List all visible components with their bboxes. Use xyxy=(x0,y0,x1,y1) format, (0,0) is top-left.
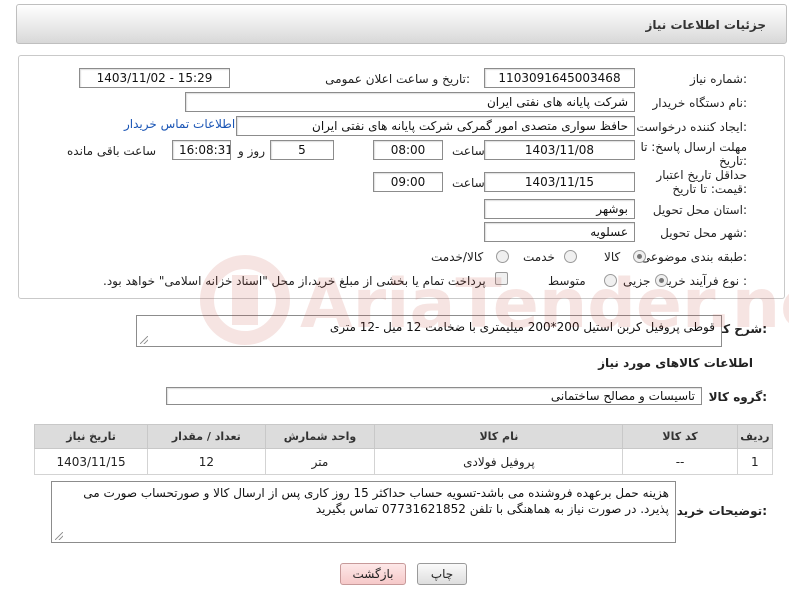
category-service-label: خدمت xyxy=(523,250,555,264)
buyer-contact-link[interactable]: اطلاعات تماس خریدار xyxy=(124,117,235,131)
cell-row: 1 xyxy=(736,448,774,475)
description-textarea[interactable]: قوطی پروفیل کربن استیل 200*200 میلیمتری … xyxy=(136,315,722,347)
buyer-org-field[interactable]: شرکت پایانه های نفتی ایران xyxy=(185,92,635,112)
category-label: طبقه بندی موضوعی: xyxy=(640,250,747,264)
goods-info-title: اطلاعات کالاهای مورد نیاز xyxy=(598,356,753,370)
validity-time-label: ساعت xyxy=(452,176,485,190)
need-number-field[interactable]: 1103091645003468 xyxy=(484,68,635,88)
days-left-field: 5 xyxy=(270,140,334,160)
validity-date-field[interactable]: 1403/11/15 xyxy=(484,172,635,192)
day-and-label: روز و xyxy=(238,144,265,158)
items-table: ردیف کد کالا نام کالا واحد شمارش تعداد /… xyxy=(33,424,774,475)
col-row: ردیف xyxy=(736,424,774,449)
need-number-label: شماره نیاز: xyxy=(689,72,747,86)
province-field[interactable]: بوشهر xyxy=(484,199,635,219)
col-code: کد کالا xyxy=(622,424,738,449)
col-name: نام کالا xyxy=(374,424,624,449)
province-label: استان محل تحویل: xyxy=(652,203,747,217)
treasury-note: پرداخت تمام یا بخشی از مبلغ خرید،از محل … xyxy=(103,274,486,288)
page-header: جزئیات اطلاعات نیاز xyxy=(16,4,787,44)
validity-time-field[interactable]: 09:00 xyxy=(373,172,443,192)
cell-date: 1403/11/15 xyxy=(33,448,149,475)
cell-name: پروفیل فولادی xyxy=(374,448,624,475)
deadline-time-label: ساعت xyxy=(452,144,485,158)
page-title: جزئیات اطلاعات نیاز xyxy=(645,18,766,32)
remaining-label: ساعت باقی مانده xyxy=(67,144,157,158)
col-date: تاریخ نیاز xyxy=(33,424,149,449)
print-button[interactable]: چاپ xyxy=(417,563,467,585)
validity-label: حداقل تاریخ اعتبار قیمت: تا تاریخ: xyxy=(656,168,747,196)
resize-grip-icon[interactable] xyxy=(55,532,63,540)
cell-unit: متر xyxy=(264,448,376,475)
time-left-field: 16:08:31 xyxy=(172,140,231,160)
city-label: شهر محل تحویل: xyxy=(660,226,747,240)
description-text: قوطی پروفیل کربن استیل 200*200 میلیمتری … xyxy=(329,320,715,334)
buyer-org-label: نام دستگاه خریدار: xyxy=(652,96,748,110)
creator-field[interactable]: حافظ سواری متصدی امور گمرکی شرکت پایانه … xyxy=(236,116,635,136)
category-service-radio[interactable] xyxy=(564,250,577,263)
category-goods-service-label: کالا/خدمت xyxy=(431,250,484,264)
col-unit: واحد شمارش xyxy=(264,424,376,449)
resize-grip-icon[interactable] xyxy=(140,336,148,344)
city-field[interactable]: عسلویه xyxy=(484,222,635,242)
process-medium-radio[interactable] xyxy=(604,274,617,287)
category-goods-radio[interactable] xyxy=(633,250,646,263)
deadline-time-field[interactable]: 08:00 xyxy=(373,140,443,160)
goods-group-field[interactable]: تاسیسات و مصالح ساختمانی xyxy=(166,387,702,405)
category-goods-service-radio[interactable] xyxy=(496,250,509,263)
announce-datetime-label: تاریخ و ساعت اعلان عمومی: xyxy=(325,72,470,86)
col-qty: تعداد / مقدار xyxy=(147,424,266,449)
treasury-checkbox[interactable] xyxy=(495,272,508,285)
process-medium-label: متوسط xyxy=(548,274,586,288)
goods-group-label: گروه کالا: xyxy=(708,390,767,404)
deadline-label: مهلت ارسال پاسخ: تا تاریخ: xyxy=(640,140,747,168)
deadline-date-field[interactable]: 1403/11/08 xyxy=(484,140,635,160)
cell-qty: 12 xyxy=(147,448,266,475)
buyer-notes-text: هزینه حمل برعهده فروشنده می باشد-تسویه ح… xyxy=(83,486,669,516)
announce-datetime-field[interactable]: 1403/11/02 - 15:29 xyxy=(79,68,230,88)
cell-code: -- xyxy=(622,448,738,475)
process-minor-radio[interactable] xyxy=(655,274,668,287)
category-goods-label: کالا xyxy=(604,250,621,264)
table-header-row: ردیف کد کالا نام کالا واحد شمارش تعداد /… xyxy=(33,424,774,449)
back-button[interactable]: بازگشت xyxy=(340,563,406,585)
process-minor-label: جزیی xyxy=(623,274,651,288)
process-label: نوع فرآیند خرید : xyxy=(662,274,747,288)
creator-label: ایجاد کننده درخواست: xyxy=(636,120,747,134)
table-row[interactable]: 1 -- پروفیل فولادی متر 12 1403/11/15 xyxy=(33,448,774,475)
buyer-notes-label: توضیحات خریدار: xyxy=(665,504,767,518)
buyer-notes-textarea[interactable]: هزینه حمل برعهده فروشنده می باشد-تسویه ح… xyxy=(51,481,676,543)
